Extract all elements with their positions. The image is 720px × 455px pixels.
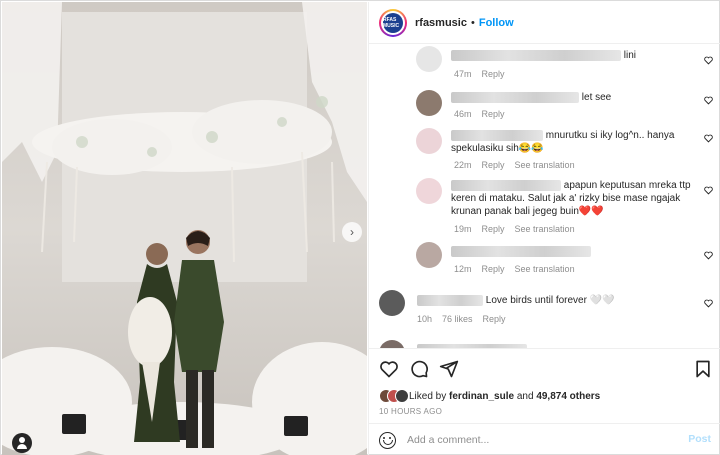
liked-by-username[interactable]: ferdinan_sule — [449, 391, 514, 402]
comment-meta: 47m Reply — [454, 69, 505, 79]
heart-icon[interactable] — [704, 251, 713, 260]
commenter-avatar[interactable] — [379, 290, 405, 316]
author-username[interactable]: rfasmusic — [415, 17, 467, 29]
post-photo[interactable]: › — [2, 2, 367, 455]
comment-text: mnurutku si iky log^n.. hanya spekulasik… — [451, 129, 675, 154]
share-icon[interactable] — [439, 359, 459, 379]
heart-icon[interactable] — [704, 186, 713, 195]
liker-avatars — [379, 389, 409, 405]
blurred-username — [451, 129, 543, 141]
comment-text: Love birds until forever 🤍🤍 — [417, 294, 677, 307]
see-translation-button[interactable]: See translation — [515, 160, 575, 170]
reply-button[interactable]: Reply — [482, 109, 505, 119]
comment-meta: 10h 76 likes Reply — [417, 314, 506, 324]
heart-icon[interactable] — [704, 96, 713, 105]
post-timestamp[interactable]: 10 HOURS AGO — [379, 407, 442, 416]
emoji-icon[interactable] — [379, 432, 396, 449]
blurred-username — [451, 179, 561, 191]
commenter-avatar[interactable] — [416, 178, 442, 204]
heart-icon[interactable] — [704, 56, 713, 65]
post-actions: Liked by ferdinan_sule and 49,874 others… — [369, 348, 720, 418]
likes-summary[interactable]: Liked by ferdinan_sule and 49,874 others — [409, 391, 600, 402]
see-translation-button[interactable]: See translation — [515, 224, 575, 234]
follow-button[interactable]: Follow — [479, 17, 514, 29]
post-header: RFAS MUSIC rfasmusic • Follow — [369, 2, 720, 44]
tag-user-icon[interactable] — [12, 433, 32, 453]
comment-text: lini — [451, 49, 691, 62]
commenter-avatar[interactable] — [416, 128, 442, 154]
comment-text: let see — [451, 91, 691, 104]
post-sidebar: RFAS MUSIC rfasmusic • Follow lini 47m Re… — [368, 2, 720, 455]
author-avatar[interactable]: RFAS MUSIC — [379, 8, 407, 37]
separator-dot: • — [470, 16, 475, 29]
post-button[interactable]: Post — [688, 433, 711, 445]
blurred-username — [451, 49, 621, 61]
heart-icon[interactable] — [379, 359, 399, 379]
likes-count[interactable]: 49,874 others — [536, 391, 600, 402]
reply-button[interactable]: Reply — [482, 69, 505, 79]
heart-icon[interactable] — [704, 299, 713, 308]
comment-input[interactable] — [407, 432, 667, 448]
commenter-avatar[interactable] — [416, 242, 442, 268]
reply-button[interactable]: Reply — [482, 160, 505, 170]
comment-text — [451, 245, 691, 258]
add-comment-bar: Post — [369, 423, 720, 455]
comment-meta: 46m Reply — [454, 109, 505, 119]
next-arrow-icon[interactable]: › — [342, 222, 362, 242]
commenter-avatar[interactable] — [379, 340, 405, 348]
bookmark-icon[interactable] — [693, 359, 713, 379]
comments-list[interactable]: lini 47m Reply let see 46m Reply mnurutk… — [369, 44, 720, 348]
blurred-username — [451, 245, 591, 257]
commenter-avatar[interactable] — [416, 90, 442, 116]
post-window: › RFAS MUSIC rfasmusic • Follow lini 47m… — [0, 0, 720, 455]
blurred-username — [417, 294, 483, 306]
see-translation-button[interactable]: See translation — [515, 264, 575, 274]
comment-icon[interactable] — [409, 359, 429, 379]
comment-meta: 19m Reply See translation — [454, 224, 575, 234]
heart-icon[interactable] — [704, 134, 713, 143]
commenter-avatar[interactable] — [416, 46, 442, 72]
author-avatar-logo: RFAS MUSIC — [383, 12, 403, 33]
reply-button[interactable]: Reply — [483, 314, 506, 324]
comment-meta: 12m Reply See translation — [454, 264, 575, 274]
blurred-username — [451, 91, 579, 103]
comment-meta: 22m Reply See translation — [454, 160, 575, 170]
reply-button[interactable]: Reply — [482, 264, 505, 274]
reply-button[interactable]: Reply — [482, 224, 505, 234]
comment-text: apapun keputusan mreka ttp keren di mata… — [451, 179, 691, 217]
